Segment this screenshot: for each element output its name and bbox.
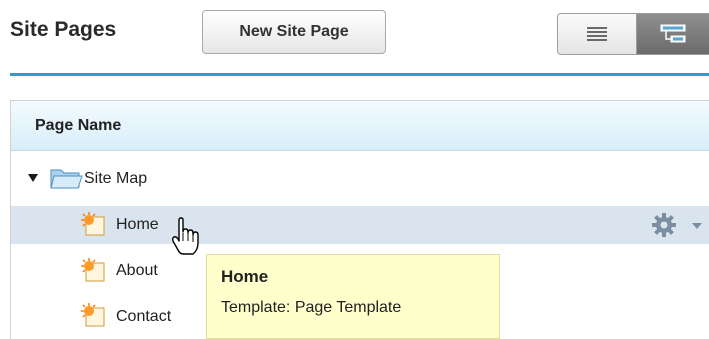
- new-site-page-button[interactable]: New Site Page: [202, 10, 386, 54]
- tree-node-about[interactable]: About: [116, 262, 158, 280]
- chevron-down-icon[interactable]: [691, 222, 703, 230]
- tree-node-home[interactable]: Home: [116, 216, 159, 234]
- gear-icon[interactable]: [650, 211, 680, 239]
- tree-view-icon: [660, 24, 686, 43]
- view-toggle: [557, 13, 709, 55]
- tree-view-button[interactable]: [637, 14, 709, 54]
- list-view-icon: [587, 27, 607, 41]
- column-header-page-name[interactable]: Page Name: [35, 117, 121, 135]
- tree-node-site-map[interactable]: Site Map: [84, 170, 147, 188]
- page-icon: [81, 303, 105, 327]
- page-icon: [81, 212, 105, 236]
- tooltip-template: Template: Page Template: [221, 299, 402, 316]
- page-tooltip: Home Template: Page Template: [206, 254, 500, 339]
- expand-triangle-icon[interactable]: [27, 173, 39, 183]
- tree-node-contact[interactable]: Contact: [116, 308, 171, 326]
- folder-open-icon: [50, 169, 83, 189]
- page-title: Site Pages: [10, 18, 117, 41]
- page-icon: [81, 258, 105, 282]
- list-view-button[interactable]: [558, 14, 637, 54]
- header-divider: [10, 73, 709, 76]
- hand-cursor-icon: [171, 217, 199, 255]
- tooltip-title: Home: [221, 267, 269, 286]
